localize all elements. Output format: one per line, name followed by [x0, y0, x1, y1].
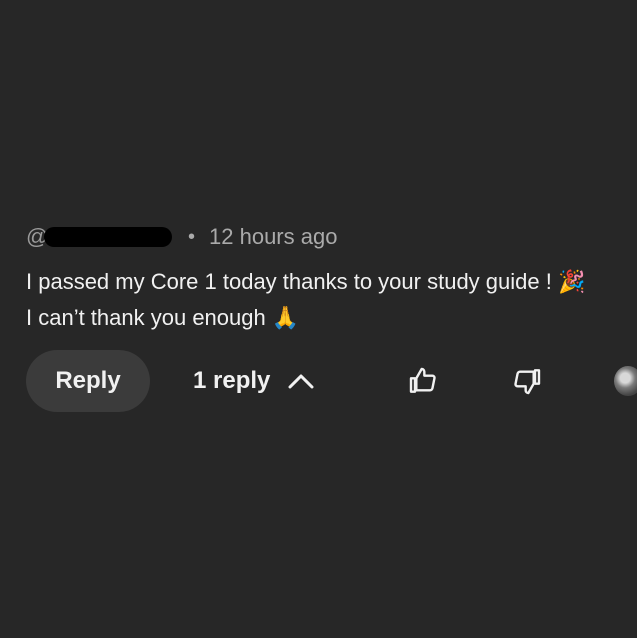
- replies-count-label: 1 reply: [193, 367, 271, 394]
- comment-line-1: I passed my Core 1 today thanks to your …: [26, 264, 637, 300]
- folded-hands-emoji: 🙏: [271, 305, 300, 330]
- comment-line-1-text: I passed my Core 1 today thanks to your …: [26, 269, 552, 294]
- dislike-button[interactable]: [510, 364, 544, 398]
- thumbs-up-icon: [409, 367, 436, 393]
- comment-thread: @ • 12 hours ago I passed my Core 1 toda…: [0, 0, 637, 638]
- comment-line-2-text: I can’t thank you enough: [26, 305, 266, 330]
- thumbs-down-icon: [514, 369, 541, 395]
- chevron-up-icon: [288, 374, 314, 389]
- replies-toggle[interactable]: 1 reply: [193, 350, 314, 412]
- party-popper-emoji: 🎉: [557, 269, 586, 294]
- comment-header: @ • 12 hours ago: [26, 222, 337, 252]
- author-name-redacted: [44, 227, 172, 247]
- meta-separator: •: [188, 225, 196, 248]
- like-button[interactable]: [406, 364, 440, 398]
- comment-line-2: I can’t thank you enough 🙏: [26, 300, 637, 336]
- comment-timestamp[interactable]: 12 hours ago: [209, 224, 337, 250]
- reply-button[interactable]: Reply: [26, 350, 150, 412]
- creator-avatar[interactable]: [614, 366, 637, 396]
- comment-actions: Reply 1 reply: [26, 350, 637, 412]
- comment-body: I passed my Core 1 today thanks to your …: [26, 264, 637, 336]
